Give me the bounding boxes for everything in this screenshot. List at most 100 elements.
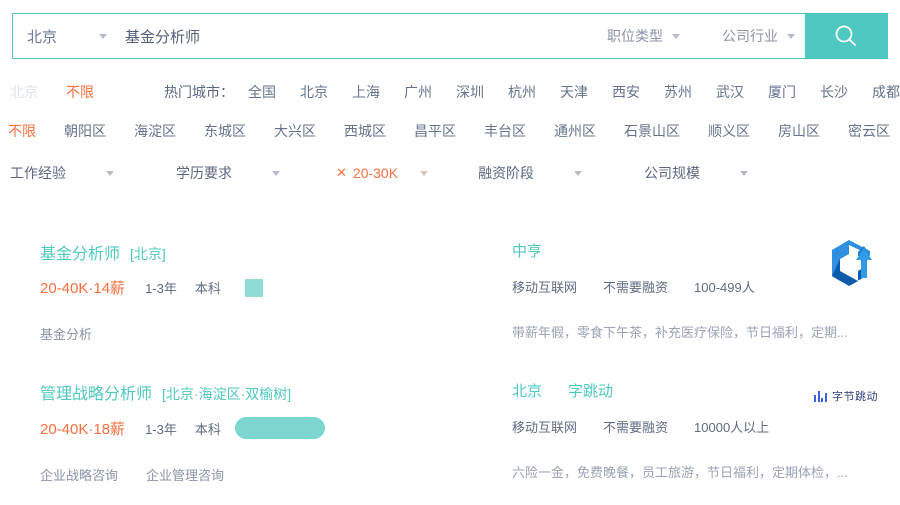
salary-filter[interactable]: ✕ 20-30K: [336, 165, 429, 181]
city-selector-value: 北京: [27, 28, 58, 46]
hot-city-item[interactable]: 苏州: [664, 82, 692, 102]
redacted-pill: [234, 417, 325, 439]
company-size: 10000人以上: [694, 420, 770, 435]
hot-city-item[interactable]: 北京: [300, 82, 328, 102]
district-item[interactable]: 密云区: [848, 121, 890, 141]
redacted-block: [244, 278, 263, 297]
job-education: 本科: [194, 421, 221, 437]
chevron-down-icon: [106, 170, 114, 176]
hot-city-item[interactable]: 全国: [248, 82, 276, 102]
city-selector[interactable]: 北京: [13, 14, 121, 58]
close-icon[interactable]: ✕: [336, 165, 347, 181]
job-type-label: 职位类型: [607, 28, 663, 44]
job-info: 管理战略分析师 [北京·海淀区·双榆树] 20-40K·18薪 1-3年 本科 …: [40, 380, 480, 484]
hot-cities-label: 热门城市：: [164, 84, 234, 100]
attribute-filter-row: 工作经验 学历要求 ✕ 20-30K 融资阶段 公司规模: [0, 158, 900, 188]
company-name[interactable]: 中亨: [512, 240, 542, 261]
search-bar: 北京 基金分析师 职位类型 公司行业: [12, 13, 888, 59]
job-location: [北京]: [130, 246, 166, 262]
hot-city-item[interactable]: 深圳: [456, 82, 484, 102]
salary-filter-label: 20-30K: [352, 165, 399, 181]
financing-filter[interactable]: 融资阶段: [478, 163, 583, 183]
hot-city-item[interactable]: 天津: [560, 82, 588, 102]
district-item[interactable]: 大兴区: [274, 121, 316, 141]
hot-city-item[interactable]: 长沙: [820, 82, 848, 102]
job-list-item[interactable]: 基金分析师 [北京] 20-40K·14薪 1-3年 本科 基金分析 中亨 移动…: [0, 222, 900, 350]
city-filter-row: 北京 不限 热门城市： 全国 北京 上海 广州 深圳 杭州 天津 西安 苏州 武…: [0, 76, 900, 108]
district-filter-row: 不限 朝阳区 海淀区 东城区 大兴区 西城区 昌平区 丰台区 通州区 石景山区 …: [0, 116, 900, 146]
industry-label: 公司行业: [722, 28, 778, 44]
job-location: [北京·海淀区·双榆树]: [162, 386, 292, 402]
chevron-down-icon: [99, 33, 107, 39]
job-tag[interactable]: 企业管理咨询: [146, 465, 224, 484]
job-tag[interactable]: 企业战略咨询: [40, 465, 118, 484]
company-industry: 移动互联网: [512, 420, 578, 435]
hexagon-cube-logo: [820, 236, 878, 299]
company-name-suffix: 字跳动: [568, 383, 614, 400]
search-input-value: 基金分析师: [125, 28, 201, 46]
job-list-item[interactable]: 管理战略分析师 [北京·海淀区·双榆树] 20-40K·18薪 1-3年 本科 …: [0, 362, 900, 490]
job-meta: 20-40K·14薪 1-3年 本科: [40, 277, 480, 298]
company-name[interactable]: 北京: [512, 380, 542, 401]
company-financing: 不需要融资: [603, 280, 669, 295]
job-info: 基金分析师 [北京] 20-40K·14薪 1-3年 本科 基金分析: [40, 240, 480, 343]
chevron-down-icon: [272, 170, 280, 176]
job-title[interactable]: 管理战略分析师: [40, 380, 152, 404]
experience-filter[interactable]: 工作经验: [10, 163, 114, 183]
hot-city-item[interactable]: 武汉: [716, 82, 744, 102]
job-type-selector[interactable]: 职位类型: [597, 14, 690, 58]
hot-city-item[interactable]: 上海: [352, 82, 380, 102]
district-item[interactable]: 朝阳区: [64, 121, 106, 141]
chevron-down-icon: [420, 170, 429, 176]
chevron-down-icon: [740, 170, 749, 176]
district-item[interactable]: 房山区: [778, 121, 820, 141]
current-city-label: 北京: [10, 84, 38, 100]
chevron-down-icon: [574, 170, 583, 176]
district-item[interactable]: 丰台区: [484, 121, 526, 141]
company-size-filter[interactable]: 公司规模: [644, 163, 749, 183]
company-benefits: 带薪年假，零食下午茶，补充医疗保险，节日福利，定期...: [512, 325, 848, 340]
district-item[interactable]: 海淀区: [134, 121, 176, 141]
district-item[interactable]: 通州区: [554, 121, 596, 141]
job-salary: 20-40K·18薪: [40, 420, 126, 438]
job-title-line: 管理战略分析师 [北京·海淀区·双榆树]: [40, 380, 480, 404]
selector-gap: [690, 14, 712, 58]
company-meta: 移动互联网 不需要融资 10000人以上: [512, 417, 892, 436]
job-salary: 20-40K·14薪: [40, 280, 126, 297]
experience-filter-label: 工作经验: [10, 165, 66, 181]
job-title-line: 基金分析师 [北京]: [40, 240, 480, 264]
district-item[interactable]: 西城区: [344, 121, 386, 141]
hot-city-item[interactable]: 广州: [404, 82, 432, 102]
chevron-down-icon: [787, 33, 795, 39]
bytedance-logo: 字节跳动: [814, 388, 878, 404]
job-experience: 1-3年: [145, 421, 177, 437]
job-tags: 基金分析: [40, 324, 480, 343]
industry-selector[interactable]: 公司行业: [712, 14, 805, 58]
bar-chart-icon: [814, 390, 828, 402]
district-item[interactable]: 石景山区: [624, 121, 680, 141]
district-item[interactable]: 东城区: [204, 121, 246, 141]
city-unlimited-option[interactable]: 不限: [66, 82, 94, 102]
hot-city-item[interactable]: 成都: [872, 82, 900, 102]
hot-city-item[interactable]: 厦门: [768, 82, 796, 102]
job-tag[interactable]: 基金分析: [40, 324, 92, 343]
company-financing: 不需要融资: [603, 420, 669, 435]
financing-filter-label: 融资阶段: [478, 165, 535, 181]
company-size-filter-label: 公司规模: [644, 165, 701, 181]
hot-city-item[interactable]: 西安: [612, 82, 640, 102]
bytedance-logo-text: 字节跳动: [832, 391, 878, 403]
search-button[interactable]: [805, 14, 887, 58]
job-experience: 1-3年: [145, 281, 177, 296]
district-item[interactable]: 顺义区: [708, 121, 750, 141]
district-unlimited-option[interactable]: 不限: [8, 121, 36, 141]
district-item[interactable]: 昌平区: [414, 121, 456, 141]
job-education: 本科: [194, 281, 221, 296]
job-title[interactable]: 基金分析师: [40, 240, 120, 264]
search-icon: [835, 25, 856, 46]
search-input[interactable]: 基金分析师: [121, 14, 597, 58]
company-size: 100-499人: [694, 280, 755, 295]
job-tags: 企业战略咨询 企业管理咨询: [40, 465, 480, 484]
education-filter[interactable]: 学历要求: [176, 163, 280, 183]
education-filter-label: 学历要求: [176, 165, 232, 181]
hot-city-item[interactable]: 杭州: [508, 82, 536, 102]
